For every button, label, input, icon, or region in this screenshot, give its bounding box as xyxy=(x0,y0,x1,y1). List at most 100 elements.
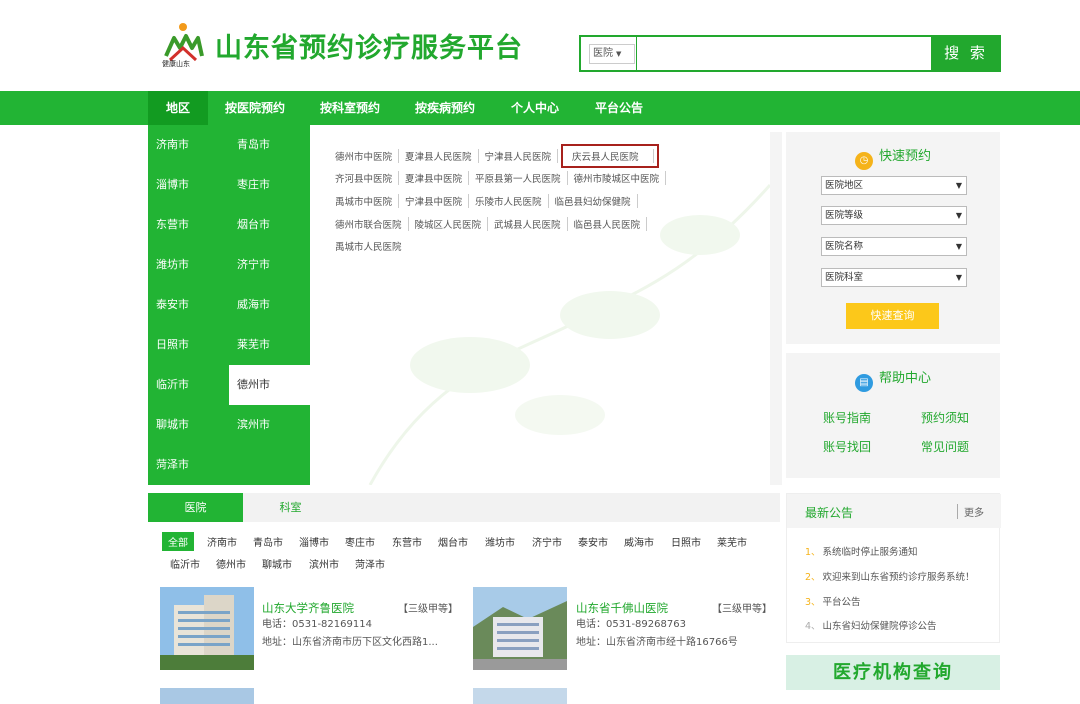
filter-city[interactable]: 潍坊市 xyxy=(485,534,515,549)
hospital-link[interactable]: 德州市联合医院 xyxy=(335,217,409,231)
notice-item[interactable]: 1、 系统临时停止服务通知 xyxy=(805,544,918,558)
city-item[interactable]: 枣庄市 xyxy=(229,165,310,205)
hospital-link[interactable]: 禹城市中医院 xyxy=(335,194,400,208)
filter-city[interactable]: 枣庄市 xyxy=(345,534,375,549)
filter-city[interactable]: 淄博市 xyxy=(299,534,329,549)
hospital-link[interactable]: 平原县第一人民医院 xyxy=(475,171,568,185)
hospital-link[interactable]: 禹城市人民医院 xyxy=(335,239,408,253)
notice-item[interactable]: 4、 山东省妇幼保健院停诊公告 xyxy=(805,618,937,632)
hospital-name-select-value: 医院名称 xyxy=(825,241,864,252)
notices-more-link[interactable]: 更多 xyxy=(957,504,984,519)
hospital-link[interactable]: 宁津县中医院 xyxy=(405,194,470,208)
department-select[interactable]: 医院科室 ▼ xyxy=(821,268,967,287)
city-item[interactable]: 日照市 xyxy=(148,325,229,365)
city-item[interactable]: 烟台市 xyxy=(229,205,310,245)
notice-text: 平台公告 xyxy=(822,597,861,608)
help-link-account-recovery[interactable]: 账号找回 xyxy=(823,438,871,455)
filter-city[interactable]: 德州市 xyxy=(216,556,246,571)
hospital-name-select[interactable]: 医院名称 ▼ xyxy=(821,237,967,256)
quick-query-button[interactable]: 快速查询 xyxy=(846,303,939,329)
filter-city[interactable]: 菏泽市 xyxy=(355,556,385,571)
city-item[interactable]: 泰安市 xyxy=(148,285,229,325)
search-type-select[interactable]: 医院 ▼ xyxy=(589,44,635,64)
hospital-link-highlighted[interactable]: 庆云县人民医院 xyxy=(561,144,659,168)
hospital-link[interactable]: 乐陵市人民医院 xyxy=(475,194,549,208)
hospital-row: 禹城市人民医院 xyxy=(335,239,414,253)
filter-city[interactable]: 济南市 xyxy=(207,534,237,549)
nav-item-region[interactable]: 地区 xyxy=(148,91,208,125)
help-link-account-guide[interactable]: 账号指南 xyxy=(823,409,871,426)
hospital-link[interactable]: 夏津县中医院 xyxy=(405,171,470,185)
hospital-link[interactable]: 临邑县人民医院 xyxy=(574,217,648,231)
filter-city[interactable]: 青岛市 xyxy=(253,534,283,549)
hospital-link[interactable]: 德州市中医院 xyxy=(335,149,400,163)
city-item[interactable]: 聊城市 xyxy=(148,405,229,445)
filter-city[interactable]: 泰安市 xyxy=(578,534,608,549)
logo-icon[interactable]: 健康山东 xyxy=(158,18,208,68)
city-item[interactable]: 青岛市 xyxy=(229,125,310,165)
nav-item-personal-center[interactable]: 个人中心 xyxy=(500,91,570,125)
city-item[interactable]: 威海市 xyxy=(229,285,310,325)
notices-title: 最新公告 xyxy=(805,506,854,520)
city-item[interactable]: 潍坊市 xyxy=(148,245,229,285)
chevron-down-icon: ▼ xyxy=(955,242,962,251)
hospital-link[interactable]: 宁津县人民医院 xyxy=(485,149,559,163)
city-item[interactable]: 滨州市 xyxy=(229,405,310,445)
help-link-appointment-notes[interactable]: 预约须知 xyxy=(921,409,969,426)
filter-city[interactable]: 济宁市 xyxy=(532,534,562,549)
hospital-link[interactable]: 临邑县妇幼保健院 xyxy=(555,194,638,208)
hospital-link[interactable]: 德州市陵城区中医院 xyxy=(574,171,667,185)
notice-item[interactable]: 2、 欢迎来到山东省预约诊疗服务系统！ xyxy=(805,569,975,583)
logo-text: 健康山东 xyxy=(162,59,190,68)
city-item[interactable]: 济南市 xyxy=(148,125,229,165)
hospital-link[interactable]: 夏津县人民医院 xyxy=(405,149,479,163)
city-item-selected[interactable]: 德州市 xyxy=(229,365,310,405)
notice-item[interactable]: 3、 平台公告 xyxy=(805,594,861,608)
city-item[interactable]: 济宁市 xyxy=(229,245,310,285)
tab-department[interactable]: 科室 xyxy=(243,493,338,522)
filter-city[interactable]: 滨州市 xyxy=(309,556,339,571)
level-select[interactable]: 医院等级 ▼ xyxy=(821,206,967,225)
hospital-link[interactable]: 齐河县中医院 xyxy=(335,171,400,185)
city-item[interactable]: 淄博市 xyxy=(148,165,229,205)
hospital-photo[interactable] xyxy=(473,587,567,670)
search-box: 医院 ▼ xyxy=(579,35,932,72)
filter-city[interactable]: 莱芜市 xyxy=(717,534,747,549)
nav-item-announcements[interactable]: 平台公告 xyxy=(584,91,654,125)
region-select[interactable]: 医院地区 ▼ xyxy=(821,176,967,195)
org-query-banner[interactable]: 医疗机构查询 xyxy=(786,655,1000,690)
quick-appointment-box: ◷ 快速预约 医院地区 ▼ 医院等级 ▼ 医院名称 ▼ 医院科室 ▼ 快速查询 xyxy=(786,132,1000,344)
hospital-photo[interactable] xyxy=(160,587,254,670)
hospital-link[interactable]: 陵城区人民医院 xyxy=(415,217,489,231)
nav-item-by-disease[interactable]: 按疾病预约 xyxy=(405,91,485,125)
hospital-name[interactable]: 山东大学齐鲁医院 xyxy=(262,600,354,616)
filter-all[interactable]: 全部 xyxy=(162,532,194,551)
hospital-photo[interactable] xyxy=(160,688,254,704)
filter-city[interactable]: 临沂市 xyxy=(170,556,200,571)
search-input[interactable] xyxy=(636,37,932,70)
notice-number: 1、 xyxy=(805,547,821,558)
search-button[interactable]: 搜 索 xyxy=(931,35,1001,72)
site-title[interactable]: 山东省预约诊疗服务平台 xyxy=(215,26,523,65)
city-item[interactable]: 临沂市 xyxy=(148,365,229,405)
city-item[interactable]: 莱芜市 xyxy=(229,325,310,365)
main-nav: 地区 按医院预约 按科室预约 按疾病预约 个人中心 平台公告 xyxy=(0,91,1080,125)
hospital-link[interactable]: 武城县人民医院 xyxy=(494,217,568,231)
nav-item-by-hospital[interactable]: 按医院预约 xyxy=(215,91,295,125)
help-link-faq[interactable]: 常见问题 xyxy=(921,438,969,455)
tab-hospital[interactable]: 医院 xyxy=(148,493,243,522)
city-item[interactable]: 东营市 xyxy=(148,205,229,245)
help-center-title-text: 帮助中心 xyxy=(878,371,931,386)
filter-city[interactable]: 日照市 xyxy=(671,534,701,549)
hospital-name[interactable]: 山东省千佛山医院 xyxy=(576,600,668,616)
hospital-photo[interactable] xyxy=(473,688,567,704)
filter-city[interactable]: 威海市 xyxy=(624,534,654,549)
nav-item-by-department[interactable]: 按科室预约 xyxy=(310,91,390,125)
filter-city[interactable]: 烟台市 xyxy=(438,534,468,549)
scrollbar[interactable] xyxy=(770,132,782,485)
level-select-value: 医院等级 xyxy=(825,210,864,221)
city-item[interactable]: 菏泽市 xyxy=(148,445,229,485)
building-image xyxy=(473,587,567,670)
filter-city[interactable]: 聊城市 xyxy=(262,556,292,571)
filter-city[interactable]: 东营市 xyxy=(392,534,422,549)
